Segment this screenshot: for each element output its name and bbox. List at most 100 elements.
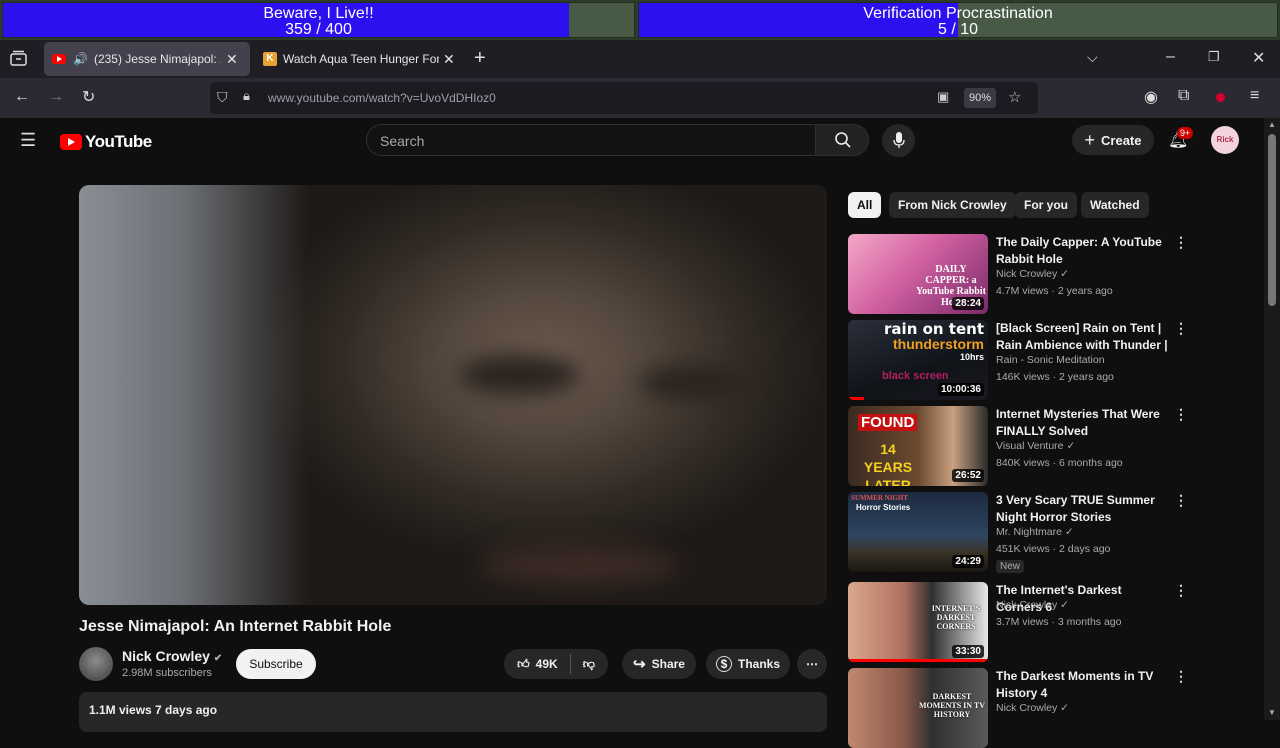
url-text[interactable]: www.youtube.com/watch?v=UvoVdDHIoz0: [268, 91, 496, 105]
close-tab-icon[interactable]: ✕: [226, 51, 238, 68]
audio-playing-icon[interactable]: 🔊: [73, 52, 88, 66]
rec-channel[interactable]: Nick Crowley ✓: [996, 268, 1069, 280]
more-actions-button[interactable]: ⋯: [797, 649, 827, 679]
channel-name[interactable]: Nick Crowley ✔: [122, 648, 222, 664]
scrollbar-thumb[interactable]: [1268, 134, 1276, 306]
youtube-page: ☰ YouTube Search + Create 🔔︎ 9+ Rick Jes…: [0, 118, 1264, 748]
rec-channel[interactable]: Nick Crowley ✓: [996, 599, 1069, 611]
tab-aqua-teen[interactable]: K Watch Aqua Teen Hunger Force ✕: [256, 42, 456, 76]
rec-title[interactable]: The Darkest Moments in TV History 4: [996, 668, 1168, 702]
new-tab-plus-icon[interactable]: +: [474, 47, 486, 70]
recommendation-item[interactable]: rain on tent thunderstorm 10hrs black sc…: [848, 320, 1188, 400]
recommendation-item[interactable]: DAILY CAPPER: a YouTube Rabbit Hole 28:2…: [848, 234, 1188, 314]
video-thumbnail[interactable]: DAILY CAPPER: a YouTube Rabbit Hole 28:2…: [848, 234, 988, 314]
page-scrollbar[interactable]: ▲ ▼: [1264, 118, 1280, 720]
tab-youtube-title: (235) Jesse Nimajapol: An Inte: [93, 52, 220, 66]
like-count: 49K: [535, 657, 558, 671]
guide-menu-icon[interactable]: ☰: [20, 130, 36, 151]
voice-search-button[interactable]: [882, 124, 915, 157]
account-avatar[interactable]: Rick: [1211, 126, 1239, 154]
video-thumbnail[interactable]: INTERNET'S DARKEST CORNERS 33:30: [848, 582, 988, 662]
video-title: Jesse Nimajapol: An Internet Rabbit Hole: [79, 618, 392, 635]
rec-title[interactable]: 3 Very Scary TRUE Summer Night Horror St…: [996, 492, 1168, 526]
video-frame-left-blur: [79, 185, 309, 605]
list-tabs-chevron-icon[interactable]: ⌵: [1087, 49, 1098, 66]
thanks-button[interactable]: $ Thanks: [706, 649, 790, 679]
tab-youtube[interactable]: 🔊 (235) Jesse Nimajapol: An Inte ✕: [44, 42, 250, 76]
share-label: Share: [651, 657, 685, 671]
thanks-dollar-icon: $: [715, 656, 732, 672]
like-button[interactable]: 👍︎ 49K: [517, 657, 558, 672]
video-thumbnail[interactable]: rain on tent thunderstorm 10hrs black sc…: [848, 320, 988, 400]
thumbnail-text: Horror Stories: [856, 503, 911, 512]
rec-title[interactable]: [Black Screen] Rain on Tent | Rain Ambie…: [996, 320, 1168, 354]
video-thumbnail[interactable]: FOUND 14 YEARS LATER 26:52: [848, 406, 988, 486]
extensions-icon[interactable]: ⧉: [1178, 87, 1189, 105]
more-vert-icon[interactable]: ⋮: [1174, 492, 1188, 509]
thumbnail-text: 10hrs: [959, 352, 984, 362]
duration-badge: 26:52: [952, 469, 984, 482]
reload-icon[interactable]: ↻: [82, 87, 95, 107]
rec-title[interactable]: The Daily Capper: A YouTube Rabbit Hole: [996, 234, 1168, 268]
share-button[interactable]: ↪ Share: [622, 649, 696, 679]
rec-channel[interactable]: Rain - Sonic Meditation: [996, 354, 1105, 366]
bookmark-star-icon[interactable]: ☆: [1008, 88, 1021, 106]
close-window-icon[interactable]: ✕: [1252, 48, 1265, 68]
thumbs-up-icon: 👍︎: [517, 656, 530, 671]
scroll-down-icon[interactable]: ▼: [1268, 708, 1276, 717]
url-bar[interactable]: ⛉ 🔒︎ www.youtube.com/watch?v=UvoVdDHIoz0…: [210, 82, 1038, 114]
more-vert-icon[interactable]: ⋮: [1174, 320, 1188, 337]
account-icon[interactable]: ◉: [1144, 87, 1158, 107]
thumbnail-text: INTERNET'S DARKEST CORNERS: [931, 604, 981, 631]
more-horizontal-icon: ⋯: [806, 657, 818, 671]
picture-in-picture-icon[interactable]: ▣: [937, 89, 949, 105]
close-tab-icon[interactable]: ✕: [443, 51, 455, 68]
recommendation-item[interactable]: FOUND 14 YEARS LATER 26:52 Internet Myst…: [848, 406, 1188, 486]
divider: [569, 654, 571, 674]
view-date-meta: 1.1M views 7 days ago: [89, 703, 218, 717]
chip-from-nick-crowley[interactable]: From Nick Crowley: [889, 192, 1016, 218]
recommendation-item[interactable]: SUMMER NIGHT Horror Stories 24:29 3 Very…: [848, 492, 1188, 573]
forward-arrow-icon[interactable]: →: [48, 88, 64, 106]
more-vert-icon[interactable]: ⋮: [1174, 406, 1188, 423]
more-vert-icon[interactable]: ⋮: [1174, 234, 1188, 251]
thumbnail-text: SUMMER NIGHT: [851, 494, 908, 502]
rec-stats: 4.7M views · 2 years ago: [996, 285, 1113, 297]
lock-icon[interactable]: 🔒︎: [243, 88, 250, 104]
duration-badge: 33:30: [952, 645, 984, 658]
recommendation-item[interactable]: DARKEST MOMENTS IN TV HISTORY The Darkes…: [848, 668, 1188, 748]
rec-channel[interactable]: Mr. Nightmare ✓: [996, 526, 1074, 538]
channel-avatar[interactable]: [79, 647, 113, 681]
more-vert-icon[interactable]: ⋮: [1174, 668, 1188, 685]
tab-overview-icon[interactable]: [10, 50, 27, 71]
rec-channel[interactable]: Nick Crowley ✓: [996, 702, 1069, 714]
search-icon: [834, 131, 852, 154]
create-button[interactable]: + Create: [1072, 125, 1154, 155]
search-button[interactable]: [815, 124, 869, 156]
extension-record-icon[interactable]: [1216, 93, 1225, 102]
dislike-button[interactable]: 👎︎: [583, 657, 595, 672]
search-input[interactable]: Search: [366, 124, 816, 156]
zoom-level[interactable]: 90%: [964, 88, 996, 108]
video-thumbnail[interactable]: DARKEST MOMENTS IN TV HISTORY: [848, 668, 988, 748]
rec-title[interactable]: Internet Mysteries That Were FINALLY Sol…: [996, 406, 1168, 440]
create-label: Create: [1101, 132, 1142, 148]
video-thumbnail[interactable]: SUMMER NIGHT Horror Stories 24:29: [848, 492, 988, 572]
minimize-icon[interactable]: –: [1166, 48, 1175, 66]
recommendation-item[interactable]: INTERNET'S DARKEST CORNERS 33:30 The Int…: [848, 582, 1188, 662]
shield-icon[interactable]: ⛉: [217, 89, 228, 106]
chip-for-you[interactable]: For you: [1015, 192, 1077, 218]
restore-icon[interactable]: ❐: [1208, 49, 1220, 65]
video-player[interactable]: [79, 185, 827, 605]
subscribe-button[interactable]: Subscribe: [236, 649, 316, 679]
rec-channel[interactable]: Visual Venture ✓: [996, 440, 1075, 452]
chip-watched[interactable]: Watched: [1081, 192, 1149, 218]
description-box[interactable]: 1.1M views 7 days ago: [79, 692, 827, 732]
scroll-up-icon[interactable]: ▲: [1268, 120, 1276, 129]
chip-all[interactable]: All: [848, 192, 882, 218]
menu-hamburger-icon[interactable]: ≡: [1250, 87, 1259, 105]
back-arrow-icon[interactable]: ←: [14, 88, 30, 106]
verified-check-icon: ✔: [213, 653, 223, 664]
youtube-logo[interactable]: YouTube: [60, 132, 152, 152]
more-vert-icon[interactable]: ⋮: [1174, 582, 1188, 599]
